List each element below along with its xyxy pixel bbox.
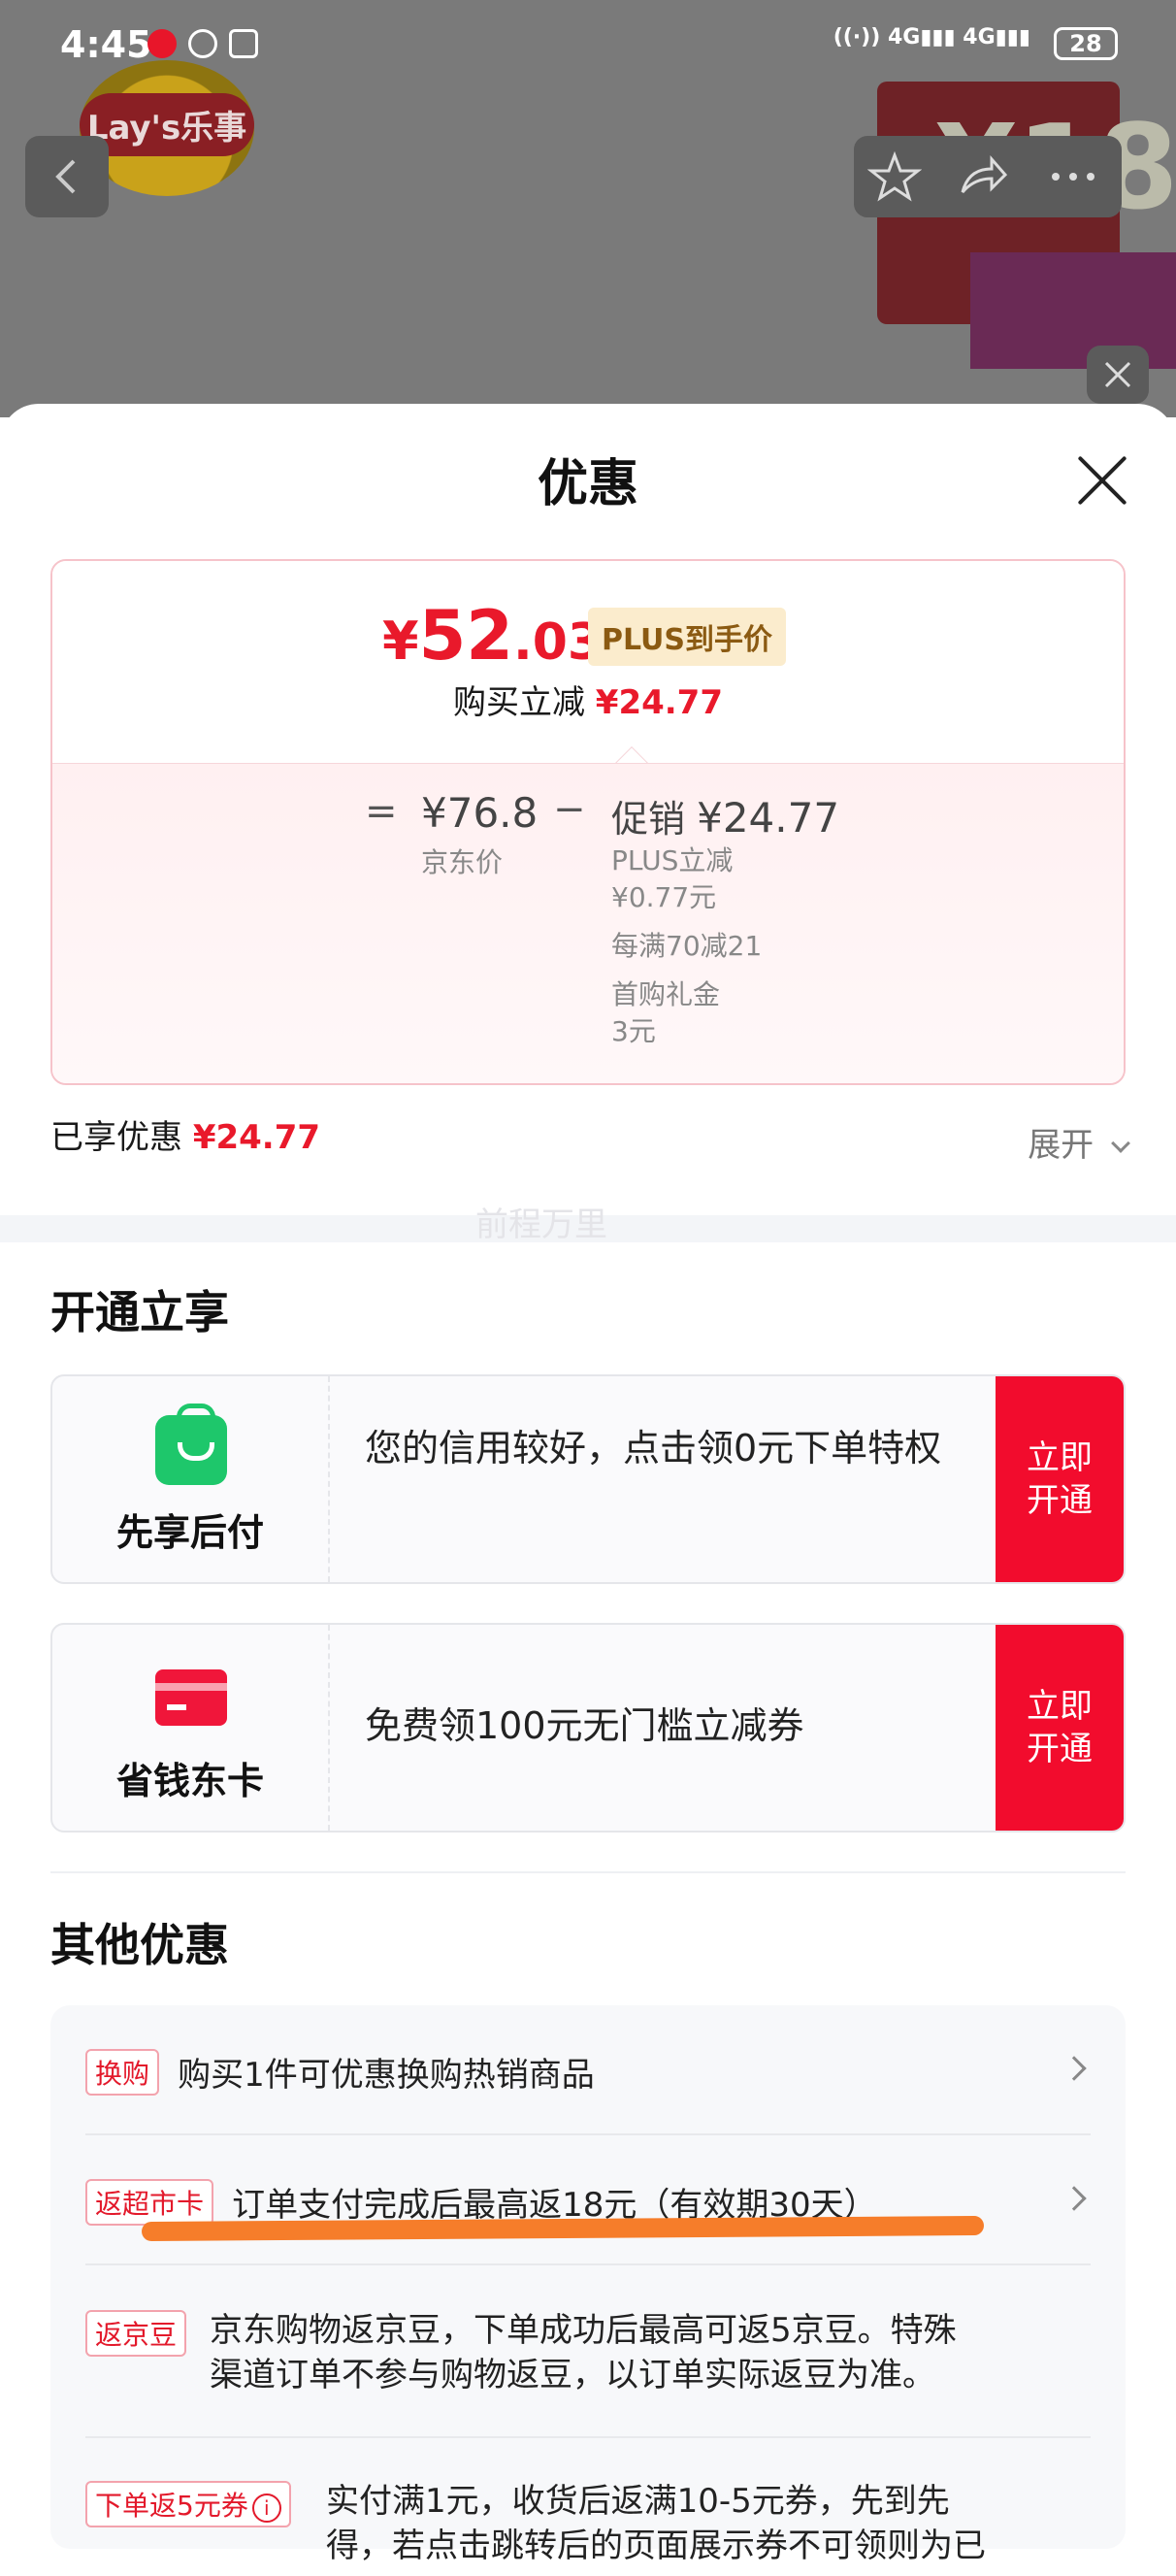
pay-later-open-button[interactable]: 立即开通 bbox=[996, 1376, 1124, 1582]
row-divider bbox=[85, 2263, 1091, 2265]
plus-price-tag: PLUS到手价 bbox=[588, 608, 787, 666]
nfc-icon bbox=[229, 29, 258, 58]
list-item: 返京豆 京东购物返京豆，下单成功后最高可返5京豆。特殊 渠道订单不参与购物返豆，… bbox=[85, 2308, 1091, 2405]
pay-later-brand: 先享后付 bbox=[52, 1376, 330, 1582]
promotion-head: 促销 ¥24.77 bbox=[611, 789, 839, 842]
close-icon bbox=[1104, 361, 1131, 388]
back-arrow-icon bbox=[55, 159, 76, 194]
status-time: 4:45 bbox=[60, 23, 152, 66]
expand-label: 展开 bbox=[1028, 1126, 1094, 1165]
jd-price-label: 京东价 bbox=[421, 846, 504, 878]
price-formula: = ¥76.8 京东价 − 促销 ¥24.77 PLUS立减 ¥0.77元 每满… bbox=[52, 763, 1124, 1083]
offer-text: 购买1件可优惠换购热销商品 bbox=[178, 2056, 595, 2095]
price-currency: ¥ bbox=[382, 611, 419, 672]
enjoyed-discount: 已享优惠 ¥24.77 bbox=[50, 1110, 320, 1158]
saving-card-desc: 免费领100元无门槛立减券 bbox=[365, 1704, 804, 1747]
offer-tag: 换购 bbox=[85, 2048, 160, 2096]
row-divider bbox=[85, 2436, 1091, 2438]
close-icon[interactable] bbox=[1075, 454, 1127, 507]
action-buttons-group bbox=[854, 136, 1122, 217]
network-label-1: 4G bbox=[887, 25, 921, 50]
promotion-item: 首购礼金 bbox=[611, 978, 721, 1010]
status-bar: 4:45 ((·)) 4G▮▮▮ 4G▮▮▮ 28 bbox=[0, 0, 1176, 93]
reduce-label: 购买立减 bbox=[452, 683, 585, 722]
section-divider bbox=[50, 1871, 1126, 1873]
share-icon[interactable] bbox=[955, 149, 1009, 204]
saving-card-brand: 省钱东卡 bbox=[52, 1625, 330, 1831]
minus-sign: − bbox=[553, 787, 586, 832]
offer-tag: 下单返5元券 i bbox=[85, 2481, 291, 2527]
open-section-title: 开通立享 bbox=[50, 1286, 229, 1338]
shopping-bag-icon bbox=[155, 1404, 227, 1485]
other-section-title: 其他优惠 bbox=[50, 1919, 229, 1971]
chevron-right-icon bbox=[1062, 2186, 1087, 2211]
promotion-item: 3元 bbox=[611, 1015, 656, 1047]
final-price: ¥52.03 bbox=[382, 596, 603, 676]
promotion-item: ¥0.77元 bbox=[611, 881, 717, 913]
pay-later-card[interactable]: 先享后付 您的信用较好，点击领0元下单特权 立即开通 bbox=[50, 1374, 1126, 1584]
wifi-icon: ((·)) bbox=[833, 25, 881, 50]
notification-icon bbox=[147, 29, 177, 58]
pay-later-name: 先享后付 bbox=[115, 1511, 264, 1554]
offer-text-line: 得，若点击跳转后的页面展示券不可领则为已 bbox=[326, 2526, 986, 2565]
signal-indicators: ((·)) 4G▮▮▮ 4G▮▮▮ bbox=[833, 25, 1030, 50]
card-icon bbox=[155, 1669, 227, 1726]
offer-tag: 返京豆 bbox=[85, 2310, 187, 2357]
star-icon[interactable] bbox=[867, 149, 922, 204]
battery-indicator: 28 bbox=[1054, 27, 1118, 60]
promotion-details: 促销 ¥24.77 PLUS立减 ¥0.77元 每满70减21 首购礼金 3元 bbox=[611, 789, 839, 1050]
price-breakdown-card: ¥52.03 PLUS到手价 购买立减 ¥24.77 = ¥76.8 京东价 −… bbox=[50, 559, 1126, 1085]
promotion-label: 促销 bbox=[611, 798, 686, 841]
promotion-item: 每满70减21 bbox=[611, 930, 763, 962]
banner-close-button[interactable] bbox=[1087, 346, 1149, 404]
back-button[interactable] bbox=[25, 136, 109, 217]
list-item: 下单返5元券 i 实付满1元，收货后返满10-5元券，先到先 得，若点击跳转后的页… bbox=[85, 2479, 1091, 2576]
saving-card-card[interactable]: 省钱东卡 免费领100元无门槛立减券 立即开通 bbox=[50, 1623, 1126, 1833]
offer-text-line: 京东购物返京豆，下单成功后最高可返5京豆。特殊 bbox=[210, 2311, 957, 2350]
row-divider bbox=[85, 2133, 1091, 2135]
speed-icon bbox=[188, 29, 217, 58]
other-offers-card: 换购 购买1件可优惠换购热销商品 返超市卡 订单支付完成后最高返18元（有效期3… bbox=[50, 2005, 1126, 2565]
offer-tag-label: 下单返5元券 bbox=[95, 2490, 248, 2522]
more-icon[interactable] bbox=[1044, 149, 1102, 204]
price-integer: 52 bbox=[418, 596, 513, 676]
watermark: 前程万里 bbox=[475, 1205, 607, 1244]
chevron-right-icon bbox=[1062, 2056, 1087, 2081]
sheet-title: 优惠 bbox=[537, 455, 638, 513]
info-icon[interactable]: i bbox=[251, 2493, 281, 2523]
network-label-2: 4G bbox=[963, 25, 996, 50]
enjoyed-value: ¥24.77 bbox=[192, 1118, 321, 1157]
promotion-value: ¥24.77 bbox=[697, 794, 840, 842]
expand-button[interactable]: 展开 bbox=[1028, 1118, 1130, 1166]
saving-card-name: 省钱东卡 bbox=[115, 1760, 264, 1802]
reduce-value: ¥24.77 bbox=[595, 683, 723, 722]
promotion-item: PLUS立减 bbox=[611, 844, 734, 876]
pay-later-desc: 您的信用较好，点击领0元下单特权 bbox=[365, 1427, 942, 1470]
offer-text-line: 渠道订单不参与购物返豆，以订单实际返豆为准。 bbox=[210, 2356, 935, 2394]
enjoyed-label: 已享优惠 bbox=[50, 1118, 182, 1157]
offer-tag: 返超市卡 bbox=[85, 2178, 214, 2226]
list-item[interactable]: 换购 购买1件可优惠换购热销商品 bbox=[85, 2048, 1091, 2097]
chevron-down-icon bbox=[1111, 1134, 1130, 1153]
saving-card-open-button[interactable]: 立即开通 bbox=[996, 1625, 1124, 1831]
jd-price: ¥76.8 bbox=[421, 789, 539, 837]
offer-text-line: 实付满1元，收货后返满10-5元券，先到先 bbox=[326, 2482, 950, 2521]
price-summary: ¥52.03 PLUS到手价 购买立减 ¥24.77 bbox=[52, 561, 1124, 763]
equals-sign: = bbox=[365, 789, 398, 834]
instant-reduction: 购买立减 ¥24.77 bbox=[52, 676, 1124, 723]
